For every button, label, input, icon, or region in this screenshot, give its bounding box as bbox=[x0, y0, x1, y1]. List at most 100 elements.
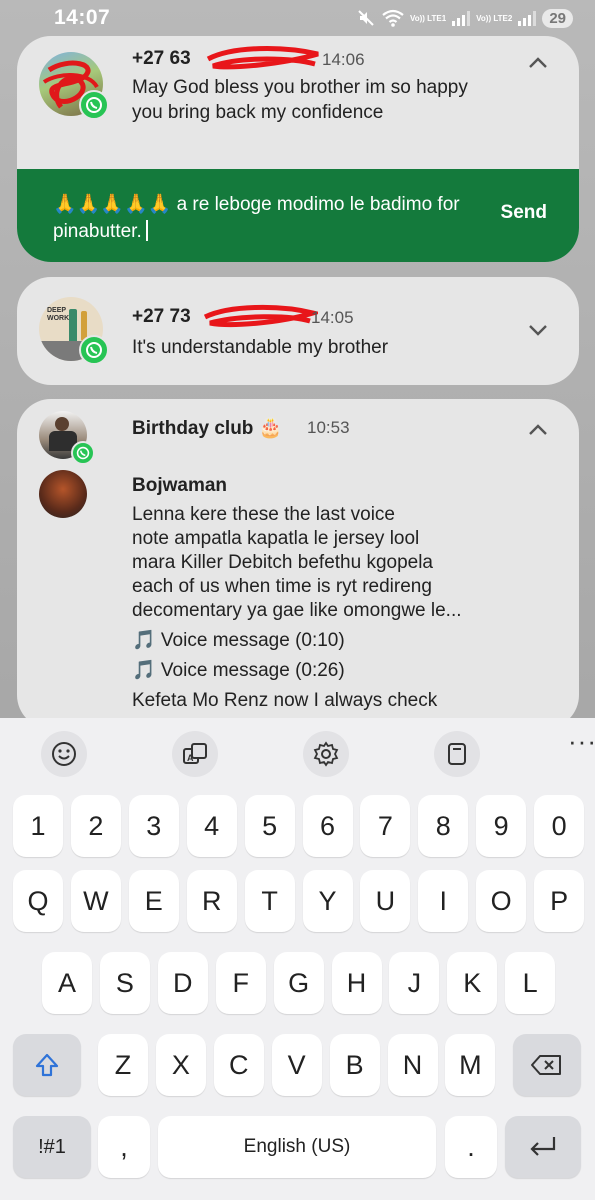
notification-time: 10:53 bbox=[307, 418, 350, 437]
key-6[interactable]: 6 bbox=[302, 795, 353, 857]
clipboard-button[interactable] bbox=[434, 731, 480, 777]
notification-time: 14:05 bbox=[311, 308, 354, 327]
notification-sender: +27 73 bbox=[132, 306, 191, 327]
backspace-key[interactable] bbox=[513, 1034, 581, 1096]
key-t[interactable]: T bbox=[244, 870, 295, 932]
group-avatar bbox=[39, 411, 95, 465]
redaction-scribble-icon bbox=[206, 46, 319, 70]
key-d[interactable]: D bbox=[157, 952, 208, 1014]
keyboard-toolbar: A ··· bbox=[0, 718, 595, 788]
key-2[interactable]: 2 bbox=[70, 795, 121, 857]
shift-key[interactable] bbox=[13, 1034, 81, 1096]
notification-card-2[interactable]: DEEP WORK +27 73 14:05 It's understandab… bbox=[17, 277, 579, 385]
key-q[interactable]: Q bbox=[13, 870, 63, 932]
symbols-key[interactable]: !#1 bbox=[13, 1116, 91, 1178]
key-8[interactable]: 8 bbox=[418, 795, 469, 857]
space-key[interactable]: English (US) bbox=[158, 1116, 436, 1178]
key-e[interactable]: E bbox=[128, 870, 179, 932]
key-u[interactable]: U bbox=[360, 870, 411, 932]
message-line: mara Killer Debitch befethu kgopela bbox=[132, 552, 434, 573]
key-9[interactable]: 9 bbox=[476, 795, 527, 857]
key-r[interactable]: R bbox=[186, 870, 237, 932]
key-3[interactable]: 3 bbox=[128, 795, 179, 857]
translate-button[interactable]: A bbox=[172, 731, 218, 777]
key-h[interactable]: H bbox=[331, 952, 382, 1014]
key-b[interactable]: B bbox=[329, 1034, 380, 1096]
redaction-scribble-icon bbox=[203, 304, 318, 328]
key-z[interactable]: Z bbox=[98, 1034, 148, 1096]
key-0[interactable]: 0 bbox=[534, 795, 585, 857]
battery-indicator: 29 bbox=[542, 8, 573, 28]
collapse-chevron-icon[interactable] bbox=[525, 50, 551, 76]
contact-avatar-2: DEEP WORK bbox=[39, 297, 109, 365]
emoji-icon bbox=[52, 742, 76, 766]
mute-icon bbox=[358, 10, 374, 26]
message-line: each of us when time is ryt redireng bbox=[132, 576, 432, 597]
key-o[interactable]: O bbox=[476, 870, 527, 932]
reply-input-text: 🙏🙏🙏🙏🙏 a re leboge modimo le badimo for p… bbox=[53, 194, 460, 242]
key-i[interactable]: I bbox=[418, 870, 469, 932]
key-j[interactable]: J bbox=[389, 952, 440, 1014]
expand-chevron-icon[interactable] bbox=[525, 317, 551, 343]
key-n[interactable]: N bbox=[387, 1034, 438, 1096]
key-7[interactable]: 7 bbox=[360, 795, 411, 857]
message-line: Lenna kere these the last voice bbox=[132, 504, 396, 525]
reply-input[interactable]: 🙏🙏🙏🙏🙏 a re leboge modimo le badimo for p… bbox=[53, 191, 473, 245]
whatsapp-icon bbox=[79, 90, 109, 120]
notification-message: May God bless you brother im so happy yo… bbox=[132, 77, 468, 123]
settings-icon bbox=[313, 741, 339, 767]
settings-button[interactable] bbox=[303, 731, 349, 777]
send-button[interactable]: Send bbox=[501, 202, 547, 224]
whatsapp-icon bbox=[79, 335, 109, 365]
clipboard-icon bbox=[448, 743, 466, 765]
key-p[interactable]: P bbox=[534, 870, 585, 932]
backspace-icon bbox=[531, 1055, 561, 1075]
key-g[interactable]: G bbox=[273, 952, 324, 1014]
key-w[interactable]: W bbox=[70, 870, 121, 932]
key-5[interactable]: 5 bbox=[244, 795, 295, 857]
key-c[interactable]: C bbox=[213, 1034, 264, 1096]
group-name: Birthday club 🎂 bbox=[132, 418, 283, 439]
message-line: Kefeta Mo Renz now I always check bbox=[132, 690, 438, 711]
signal2-icon bbox=[518, 10, 537, 26]
key-4[interactable]: 4 bbox=[186, 795, 237, 857]
enter-key[interactable] bbox=[505, 1116, 581, 1178]
more-icon[interactable]: ··· bbox=[568, 728, 595, 754]
collapse-chevron-icon[interactable] bbox=[525, 417, 551, 443]
status-bar: 14:07 Vo)) LTE1 Vo)) LTE2 29 bbox=[0, 0, 595, 36]
sub-sender-avatar bbox=[39, 470, 87, 518]
notification-card-3[interactable]: Birthday club 🎂 10:53 Bojwaman Lenna ker… bbox=[17, 399, 579, 729]
notification-message: It's understandable my brother bbox=[132, 337, 389, 358]
wifi-icon bbox=[382, 9, 404, 27]
comma-key[interactable]: , bbox=[98, 1116, 150, 1178]
message-line: decomentary ya gae like omongwe le... bbox=[132, 600, 462, 621]
key-y[interactable]: Y bbox=[302, 870, 353, 932]
shift-icon bbox=[35, 1053, 59, 1077]
whatsapp-icon bbox=[71, 441, 95, 465]
key-s[interactable]: S bbox=[99, 952, 150, 1014]
svg-text:A: A bbox=[187, 753, 194, 763]
key-k[interactable]: K bbox=[447, 952, 498, 1014]
key-l[interactable]: L bbox=[505, 952, 556, 1014]
status-time: 14:07 bbox=[54, 6, 111, 29]
voice-message[interactable]: 🎵 Voice message (0:10) bbox=[132, 629, 512, 653]
notification-time: 14:06 bbox=[322, 50, 365, 69]
lte1-label: Vo)) LTE1 bbox=[410, 13, 447, 23]
key-m[interactable]: M bbox=[445, 1034, 496, 1096]
key-x[interactable]: X bbox=[155, 1034, 206, 1096]
key-f[interactable]: F bbox=[215, 952, 266, 1014]
notification-card-1[interactable]: +27 63 14:06 May God bless you brother i… bbox=[17, 36, 579, 262]
sub-sender-name: Bojwaman bbox=[132, 475, 228, 496]
emoji-button[interactable] bbox=[41, 731, 87, 777]
keyboard: A ··· 1234567890QWERTYUIOPASDFGHJKLZXCVB… bbox=[0, 718, 595, 1200]
lte2-label: Vo)) LTE2 bbox=[476, 13, 513, 23]
key-1[interactable]: 1 bbox=[13, 795, 63, 857]
voice-message[interactable]: 🎵 Voice message (0:26) bbox=[132, 659, 512, 683]
key-v[interactable]: V bbox=[271, 1034, 322, 1096]
notification-sender: +27 63 bbox=[132, 48, 191, 69]
period-key[interactable]: . bbox=[445, 1116, 497, 1178]
message-line: note ampatla kapatla le jersey lool bbox=[132, 528, 420, 549]
text-cursor bbox=[145, 220, 148, 241]
enter-icon bbox=[530, 1137, 556, 1156]
key-a[interactable]: A bbox=[42, 952, 92, 1014]
